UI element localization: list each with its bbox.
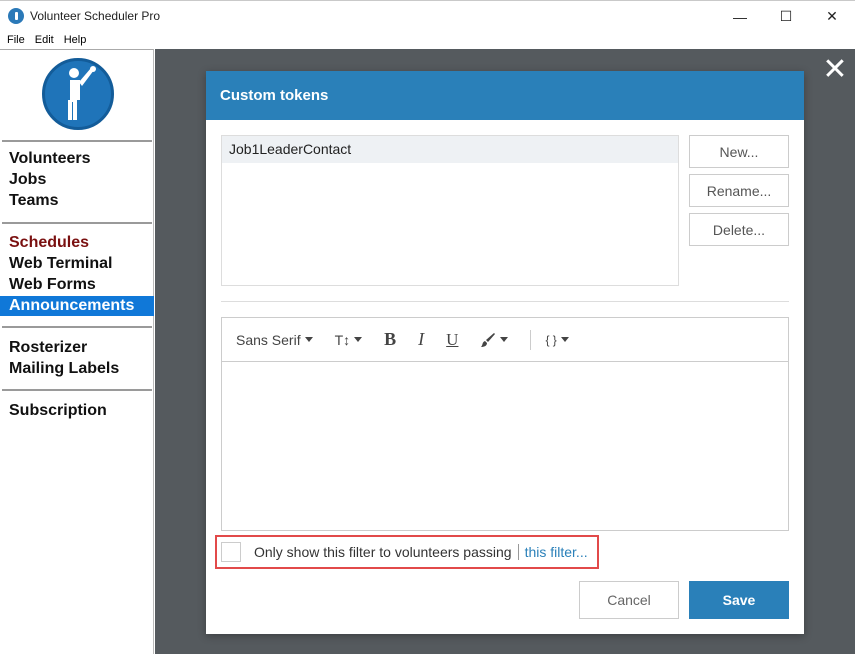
close-window-button[interactable]: ✕ [809,1,855,32]
sidebar-item-volunteers[interactable]: Volunteers [0,149,154,169]
filter-checkbox[interactable] [221,542,241,562]
sidebar-item-schedules[interactable]: Schedules [0,233,154,253]
custom-tokens-dialog: Custom tokens Job1LeaderContact New... R… [206,71,804,634]
sidebar-item-teams[interactable]: Teams [0,191,154,211]
save-button[interactable]: Save [689,581,789,619]
chevron-down-icon [560,337,569,342]
chevron-down-icon [354,337,363,342]
window-controls: — ☐ ✕ [717,1,855,32]
sidebar-item-announcements[interactable]: Announcements [0,296,154,316]
menu-edit[interactable]: Edit [35,34,54,46]
sidebar-item-rosterizer[interactable]: Rosterizer [0,338,154,358]
filter-link[interactable]: this filter... [525,544,588,560]
editor-toolbar: Sans Serif T↕ B I U { } [222,318,788,362]
chevron-down-icon [304,337,313,342]
nav-divider [2,140,152,142]
color-picker-select[interactable] [480,332,509,348]
sidebar-item-web-terminal[interactable]: Web Terminal [0,254,154,274]
cancel-button[interactable]: Cancel [579,581,679,619]
bold-icon[interactable]: B [384,329,396,350]
font-size-select[interactable]: T↕ [335,332,363,348]
list-item[interactable]: Job1LeaderContact [222,136,678,163]
font-family-label: Sans Serif [236,331,301,348]
italic-icon[interactable]: I [418,329,424,350]
token-list: Job1LeaderContact [221,135,679,286]
font-family-select[interactable]: Sans Serif [236,332,313,348]
rename-token-button[interactable]: Rename... [689,174,789,207]
paintbrush-icon [481,332,496,347]
delete-token-button[interactable]: Delete... [689,213,789,246]
nav-divider [2,326,152,328]
app-icon [8,8,24,24]
filter-divider [517,544,519,560]
new-token-button[interactable]: New... [689,135,789,168]
menu-file[interactable]: File [7,34,25,46]
insert-token-select[interactable]: { } [545,332,569,347]
sidebar-item-web-forms[interactable]: Web Forms [0,275,154,295]
dialog-title: Custom tokens [206,71,804,120]
sidebar-item-mailing-labels[interactable]: Mailing Labels [0,359,154,379]
text-size-icon: T↕ [334,331,351,348]
sidebar-item-jobs[interactable]: Jobs [0,170,154,190]
menu-help[interactable]: Help [64,34,87,46]
minimize-button[interactable]: — [717,1,763,32]
braces-icon: { } [545,332,557,347]
volunteer-logo-icon [42,58,114,130]
section-divider [221,301,789,302]
rich-text-editor: Sans Serif T↕ B I U { } [221,317,789,531]
chevron-down-icon [500,337,509,342]
nav-divider [2,222,152,224]
filter-label: Only show this filter to volunteers pass… [254,544,512,560]
underline-icon[interactable]: U [446,330,458,350]
toolbar-divider [530,329,532,350]
sidebar-item-subscription[interactable]: Subscription [0,401,154,421]
window-title: Volunteer Scheduler Pro [30,9,161,23]
sidebar: Volunteers Jobs Teams Schedules Web Term… [0,49,154,654]
maximize-button[interactable]: ☐ [763,1,809,32]
filter-option: Only show this filter to volunteers pass… [215,535,599,569]
title-bar: Volunteer Scheduler Pro — ☐ ✕ [0,0,855,31]
nav-divider [2,389,152,391]
menu-bar: File Edit Help [0,31,855,49]
close-icon[interactable]: ✕ [815,49,855,89]
